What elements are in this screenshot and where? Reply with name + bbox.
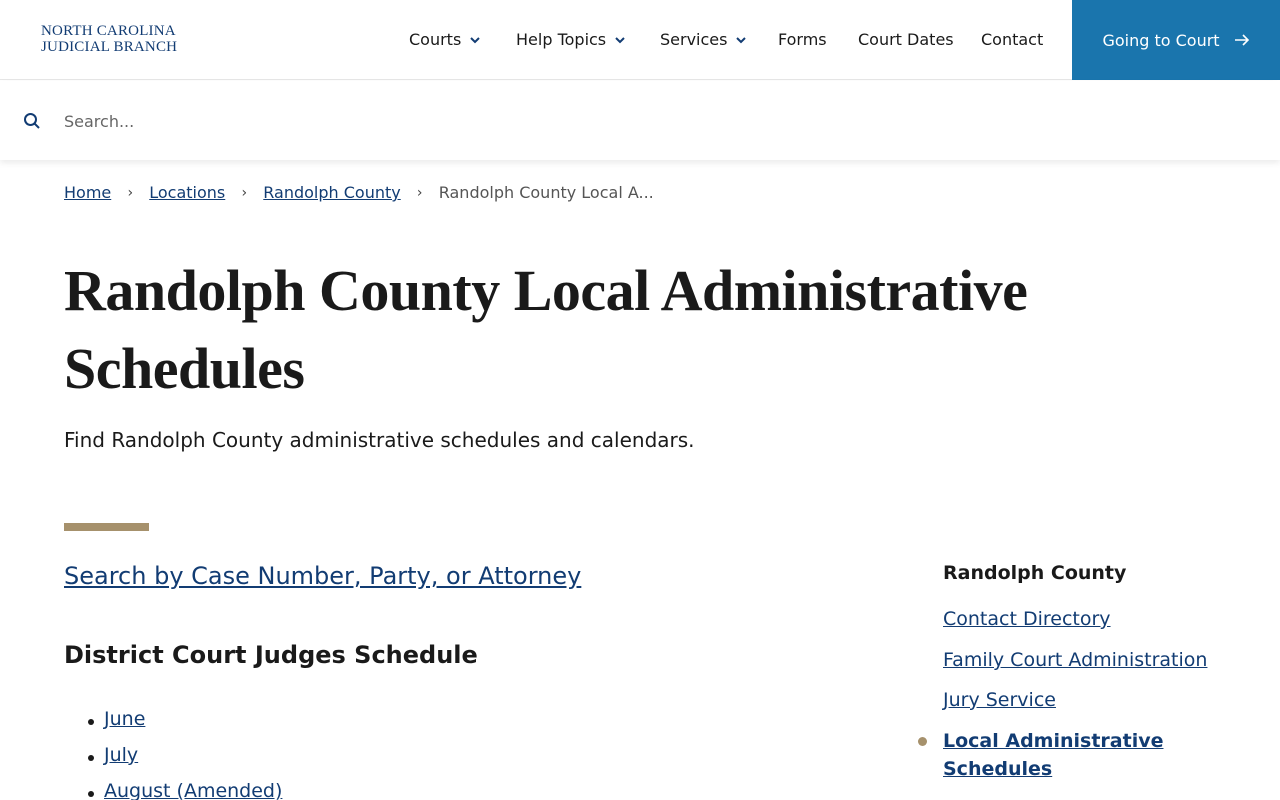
month-link-june[interactable]: June xyxy=(104,708,145,730)
nav-item-courts[interactable]: Courts xyxy=(409,30,483,49)
nav-item-forms[interactable]: Forms xyxy=(778,30,827,49)
cta-label: Going to Court xyxy=(1102,30,1220,50)
chevron-right-icon: › xyxy=(241,184,248,201)
list-item: June xyxy=(64,708,282,744)
arrow-right-icon xyxy=(1234,34,1249,46)
going-to-court-button[interactable]: Going to Court xyxy=(1072,0,1280,80)
nav-label: Services xyxy=(660,30,728,49)
nav-label: Contact xyxy=(981,30,1044,49)
sidebar-item-local-administrative-schedules[interactable]: Local Administrative Schedules xyxy=(943,727,1203,783)
search-bar xyxy=(0,81,1280,160)
nav-item-court-dates[interactable]: Court Dates xyxy=(858,30,954,49)
logo-line-2: JUDICIAL BRANCH xyxy=(41,39,178,55)
sidebar-item-contact-directory[interactable]: Contact Directory xyxy=(943,605,1111,633)
accent-rule xyxy=(64,523,149,531)
sidebar-title: Randolph County xyxy=(943,562,1127,584)
sidebar-item-family-court-administration[interactable]: Family Court Administration xyxy=(943,646,1207,674)
section-heading: District Court Judges Schedule xyxy=(64,641,478,669)
breadcrumb-randolph-county[interactable]: Randolph County xyxy=(263,183,400,202)
breadcrumb-current: Randolph County Local A... xyxy=(438,183,654,202)
chevron-right-icon: › xyxy=(416,184,423,201)
chevron-down-icon xyxy=(470,36,481,43)
chevron-right-icon: › xyxy=(127,184,134,201)
page-subtitle: Find Randolph County administrative sche… xyxy=(64,428,695,452)
nav-label: Forms xyxy=(778,30,827,49)
search-input[interactable] xyxy=(64,106,1214,136)
chevron-down-icon xyxy=(615,36,625,43)
month-link-july[interactable]: July xyxy=(104,744,138,766)
nav-item-help-topics[interactable]: Help Topics xyxy=(516,30,628,49)
breadcrumb: Home › Locations › Randolph County › Ran… xyxy=(64,183,654,202)
nav-label: Help Topics xyxy=(516,30,607,49)
case-search-link[interactable]: Search by Case Number, Party, or Attorne… xyxy=(64,562,581,590)
list-item: August (Amended) xyxy=(64,780,282,800)
breadcrumb-locations[interactable]: Locations xyxy=(149,183,225,202)
sidebar-item-jury-service[interactable]: Jury Service xyxy=(943,686,1056,714)
search-icon[interactable] xyxy=(23,112,41,130)
nav-item-contact[interactable]: Contact xyxy=(981,30,1043,49)
nav-item-services[interactable]: Services xyxy=(660,30,749,49)
site-header: NORTH CAROLINA JUDICIAL BRANCH Courts He… xyxy=(0,0,1280,80)
nav-label: Courts xyxy=(409,30,462,49)
breadcrumb-home[interactable]: Home xyxy=(64,183,111,202)
month-link-august[interactable]: August (Amended) xyxy=(104,780,282,800)
nav-label: Court Dates xyxy=(858,30,954,49)
schedule-month-list: June July August (Amended) xyxy=(64,708,282,800)
page-title: Randolph County Local Administrative Sch… xyxy=(64,258,1028,401)
chevron-down-icon xyxy=(736,36,747,43)
logo-line-1: NORTH CAROLINA xyxy=(41,23,176,39)
site-logo[interactable]: NORTH CAROLINA JUDICIAL BRANCH xyxy=(41,23,177,55)
active-indicator-dot xyxy=(918,737,927,746)
list-item: July xyxy=(64,744,282,780)
